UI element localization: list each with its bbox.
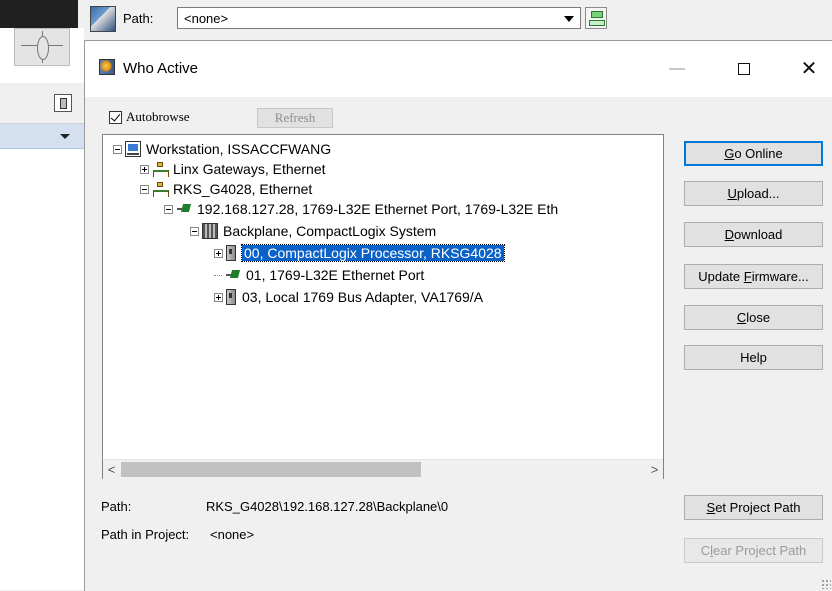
refresh-button[interactable]: Refresh	[257, 108, 333, 128]
go-online-accesskey: G	[724, 146, 735, 161]
dropdown-arrow-icon	[564, 16, 574, 22]
autobrowse-checkbox[interactable]: Autobrowse	[109, 109, 190, 125]
upload-label: pload...	[736, 186, 780, 201]
update-firmware-label: irmware...	[751, 269, 809, 284]
tree-node-label: 00, CompactLogix Processor, RKSG4028	[241, 244, 505, 262]
network-browse-icon[interactable]	[585, 7, 607, 29]
close-label: lose	[746, 310, 771, 325]
tree-node-label: 03, Local 1769 Bus Adapter, VA1769/A	[242, 289, 484, 305]
network-icon	[152, 181, 169, 197]
tree-node[interactable]: Linx Gateways, Ethernet	[140, 159, 326, 179]
clear-project-path-button[interactable]: Clear Project Path	[684, 538, 823, 563]
module-icon	[226, 289, 236, 305]
tree-node-label: Backplane, CompactLogix System	[223, 223, 437, 239]
scroll-thumb[interactable]	[121, 462, 421, 477]
close-accesskey: C	[736, 310, 747, 325]
close-window-button[interactable]: ✕	[789, 49, 829, 89]
path-label: Path:	[101, 499, 132, 514]
help-label: Help	[740, 350, 767, 365]
horizontal-scrollbar[interactable]: < >	[103, 459, 663, 479]
key-switch-icon	[37, 36, 49, 60]
dialog-title: Who Active	[123, 60, 199, 77]
tree-node[interactable]: 03, Local 1769 Bus Adapter, VA1769/A	[214, 287, 483, 307]
download-label: ownload	[733, 227, 783, 242]
scroll-right-icon[interactable]: >	[646, 460, 663, 479]
resize-grip-icon[interactable]	[821, 579, 831, 589]
tree-node-label: Workstation, ISSACCFWANG	[146, 141, 332, 157]
clear-project-path-label-pre: C	[700, 543, 711, 558]
set-project-path-button[interactable]: Set Project Path	[684, 495, 823, 520]
background-left-button[interactable]	[14, 28, 70, 66]
download-accesskey: D	[724, 227, 734, 242]
collapse-icon[interactable]	[164, 204, 173, 214]
toolbar-path-combo[interactable]: <none>	[177, 7, 581, 29]
path-in-project-value: <none>	[210, 527, 255, 542]
upload-accesskey: U	[727, 186, 737, 201]
network-tree[interactable]: Workstation, ISSACCFWANG Linx Gateways, …	[102, 134, 664, 479]
set-project-path-label: et Project Path	[715, 500, 801, 515]
title-bar: Who Active — ✕	[85, 41, 832, 97]
go-online-label: o Online	[734, 146, 783, 161]
ethernet-port-icon	[225, 267, 241, 283]
tree-node-selected[interactable]: 00, CompactLogix Processor, RKSG4028	[214, 243, 505, 263]
collapse-icon[interactable]	[113, 144, 122, 154]
expand-icon[interactable]	[214, 248, 223, 258]
tree-node[interactable]: RKS_G4028, Ethernet	[140, 179, 312, 199]
tree-node[interactable]: Workstation, ISSACCFWANG	[113, 139, 331, 159]
ethernet-port-icon	[176, 201, 192, 217]
help-button[interactable]: Help	[684, 345, 823, 370]
download-button[interactable]: Download	[684, 222, 823, 247]
workstation-icon	[125, 141, 141, 157]
controller-icon[interactable]	[54, 94, 72, 112]
who-active-dialog: Who Active — ✕ Autobrowse Refresh Workst…	[84, 40, 832, 591]
tree-connector	[214, 274, 222, 276]
toolbar-path-label: Path:	[123, 11, 154, 26]
tree-node-label: RKS_G4028, Ethernet	[173, 181, 313, 197]
update-firmware-label-pre: Update	[698, 269, 744, 284]
background-left-dropdown[interactable]	[0, 124, 84, 149]
collapse-icon[interactable]	[140, 184, 149, 194]
network-icon	[152, 161, 169, 177]
tree-node[interactable]: 01, 1769-L32E Ethernet Port	[214, 265, 424, 285]
checkbox-checked-icon[interactable]	[109, 110, 122, 124]
path-value: RKS_G4028\192.168.127.28\Backplane\0	[206, 499, 449, 514]
backplane-icon	[202, 223, 218, 239]
scroll-left-icon[interactable]: <	[103, 460, 120, 479]
path-in-project-label: Path in Project:	[101, 527, 190, 542]
who-active-toolbar-icon[interactable]	[90, 6, 116, 32]
background-dark-strip	[0, 0, 78, 28]
module-icon	[226, 245, 236, 261]
tree-node-label: 192.168.127.28, 1769-L32E Ethernet Port,…	[197, 201, 559, 217]
chevron-down-icon	[60, 134, 70, 139]
close-button[interactable]: Close	[684, 305, 823, 330]
tree-node[interactable]: Backplane, CompactLogix System	[190, 221, 436, 241]
autobrowse-label: Autobrowse	[126, 109, 190, 124]
tree-node-label: Linx Gateways, Ethernet	[173, 161, 326, 177]
update-firmware-accesskey: F	[743, 269, 752, 284]
tree-node[interactable]: 192.168.127.28, 1769-L32E Ethernet Port,…	[164, 199, 558, 219]
collapse-icon[interactable]	[190, 226, 199, 236]
tree-node-label: 01, 1769-L32E Ethernet Port	[246, 267, 425, 283]
maximize-icon	[738, 63, 750, 75]
clear-project-path-label: ear Project Path	[713, 543, 807, 558]
expand-icon[interactable]	[214, 292, 223, 302]
set-project-path-accesskey: S	[706, 500, 716, 515]
minimize-button[interactable]: —	[657, 49, 697, 89]
who-active-app-icon	[99, 59, 115, 75]
go-online-button[interactable]: Go Online	[684, 141, 823, 166]
update-firmware-button[interactable]: Update Firmware...	[684, 264, 823, 289]
toolbar-path-value: <none>	[184, 11, 229, 26]
maximize-button[interactable]	[723, 49, 763, 89]
upload-button[interactable]: Upload...	[684, 181, 823, 206]
expand-icon[interactable]	[140, 164, 149, 174]
